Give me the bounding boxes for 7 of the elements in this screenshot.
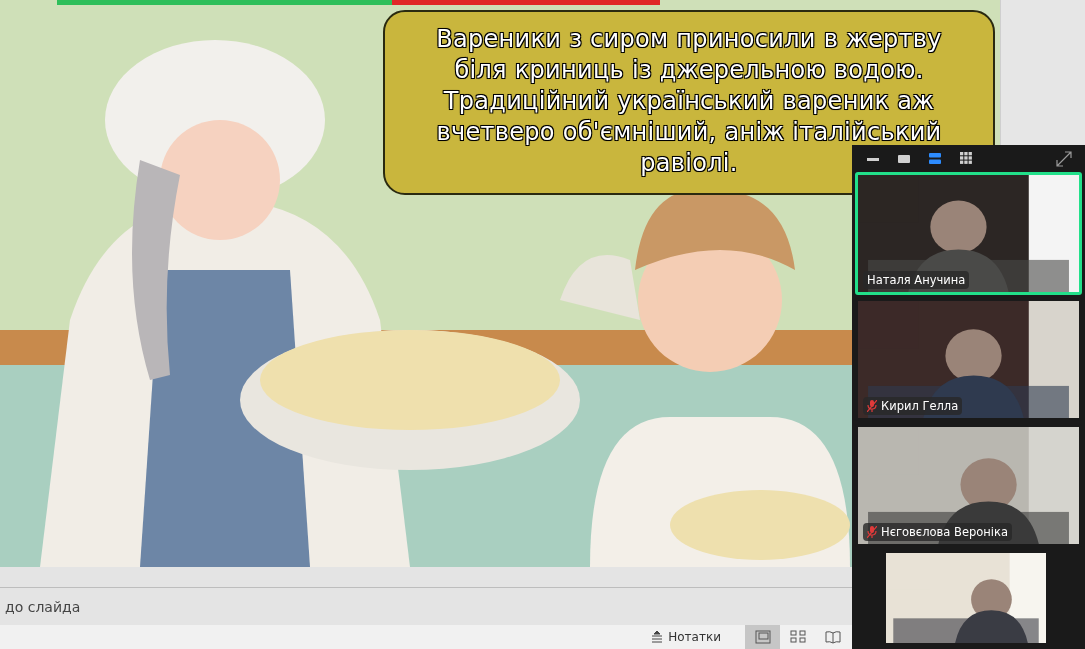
notes-text[interactable]: до слайда (5, 599, 81, 615)
book-icon (824, 630, 841, 644)
normal-view-icon (754, 630, 771, 644)
notes-icon (651, 631, 664, 643)
expand-icon (1056, 150, 1072, 167)
grid-view-icon (789, 630, 806, 644)
notes-button[interactable]: Нотатки (641, 625, 731, 649)
